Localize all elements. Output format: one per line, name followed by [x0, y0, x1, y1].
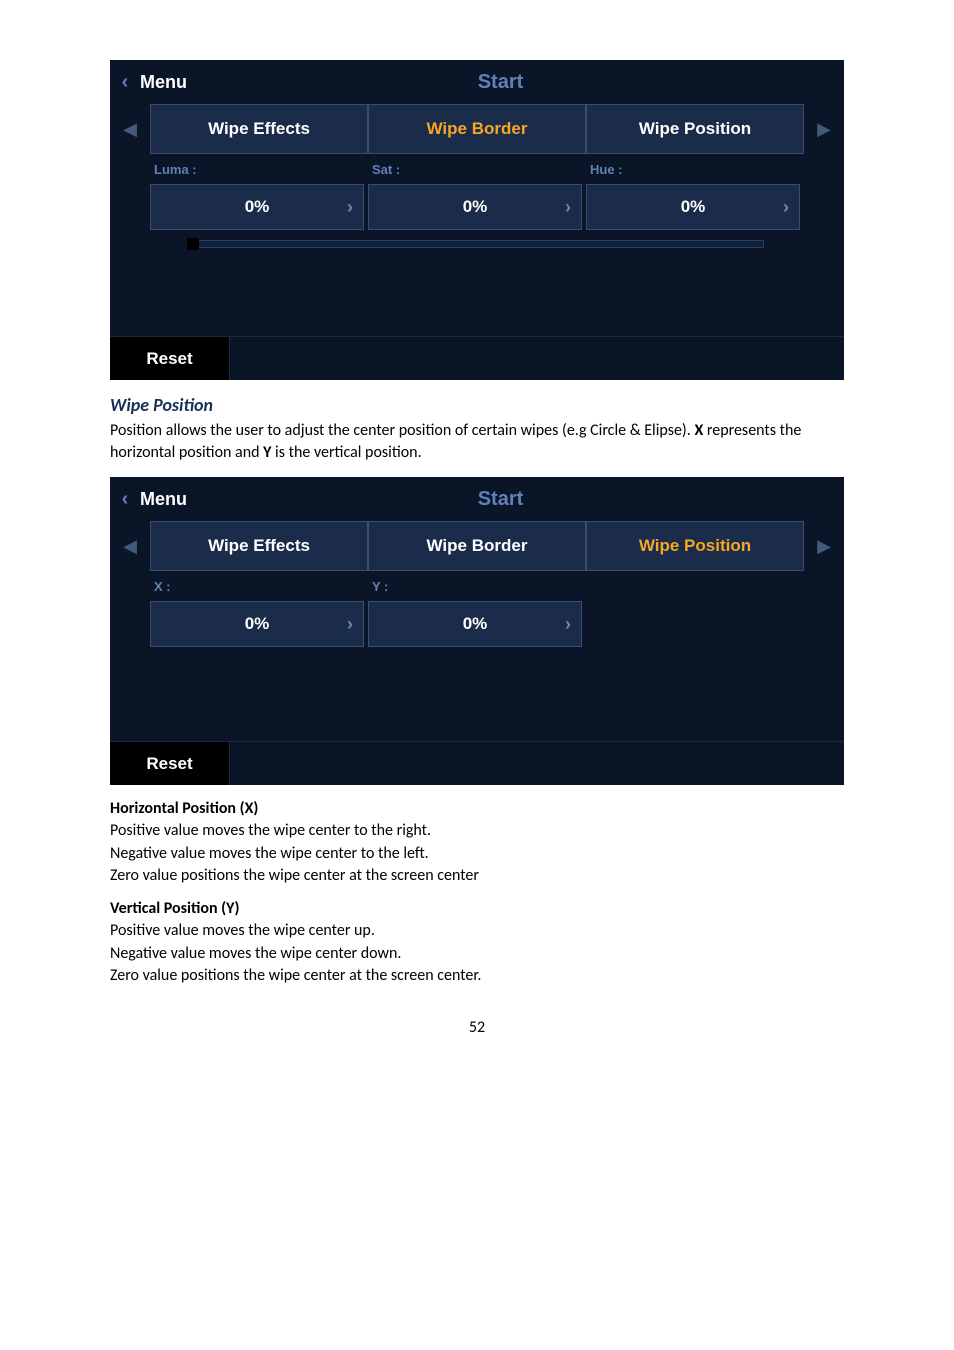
panel-spacer — [110, 661, 844, 741]
text: is the vertical position. — [271, 443, 421, 462]
panel-header: ‹ Menu Start — [110, 477, 844, 521]
spacer — [110, 647, 844, 661]
tab-row: ◀ Wipe Effects Wipe Border Wipe Position… — [110, 521, 844, 571]
chevron-right-icon: › — [783, 197, 789, 218]
section-heading: Wipe Position — [110, 394, 844, 416]
wipe-border-panel: ‹ Menu Start ◀ Wipe Effects Wipe Border … — [110, 60, 844, 380]
chevron-right-icon: › — [565, 614, 571, 635]
chevron-right-icon: › — [565, 197, 571, 218]
screen-title: Start — [247, 71, 844, 94]
slider-thumb[interactable] — [187, 238, 199, 250]
vpos-heading: Vertical Position (Y) — [110, 899, 844, 918]
param-luma: Luma : 0% › — [150, 154, 368, 230]
menu-label[interactable]: Menu — [140, 72, 247, 93]
param-value-text: 0% — [681, 197, 706, 217]
tab-wipe-position[interactable]: Wipe Position — [586, 104, 804, 154]
hpos-line2: Negative value moves the wipe center to … — [110, 843, 844, 865]
param-label-y: Y : — [368, 571, 582, 601]
page-number: 52 — [110, 1018, 844, 1037]
param-y: Y : 0% › — [368, 571, 586, 647]
screen-title: Start — [247, 488, 844, 511]
menu-label[interactable]: Menu — [140, 489, 247, 510]
param-value-text: 0% — [245, 197, 270, 217]
param-row: X : 0% › Y : 0% › — [110, 571, 844, 647]
section-body: Position allows the user to adjust the c… — [110, 420, 844, 463]
param-label-luma: Luma : — [150, 154, 364, 184]
reset-button[interactable]: Reset — [110, 337, 230, 380]
wipe-position-panel: ‹ Menu Start ◀ Wipe Effects Wipe Border … — [110, 477, 844, 785]
tab-prev-icon[interactable]: ◀ — [110, 521, 150, 571]
tab-wipe-effects[interactable]: Wipe Effects — [150, 104, 368, 154]
param-empty — [586, 571, 804, 647]
param-x: X : 0% › — [150, 571, 368, 647]
panel-spacer — [110, 256, 844, 336]
tab-wipe-effects[interactable]: Wipe Effects — [150, 521, 368, 571]
param-value-text: 0% — [463, 614, 488, 634]
hpos-line3: Zero value positions the wipe center at … — [110, 865, 844, 887]
tab-wipe-position[interactable]: Wipe Position — [586, 521, 804, 571]
param-row: Luma : 0% › Sat : 0% › Hue : 0% › — [110, 154, 844, 230]
param-value-sat[interactable]: 0% › — [368, 184, 582, 230]
text: Position allows the user to adjust the c… — [110, 421, 694, 440]
hpos-heading: Horizontal Position (X) — [110, 799, 844, 818]
vpos-line2: Negative value moves the wipe center dow… — [110, 943, 844, 965]
param-value-empty — [586, 601, 800, 647]
back-chevron-icon[interactable]: ‹ — [110, 488, 140, 511]
tab-next-icon[interactable]: ▶ — [804, 521, 844, 571]
tab-next-icon[interactable]: ▶ — [804, 104, 844, 154]
tab-wipe-border[interactable]: Wipe Border — [368, 521, 586, 571]
vpos-line1: Positive value moves the wipe center up. — [110, 920, 844, 942]
vpos-line3: Zero value positions the wipe center at … — [110, 965, 844, 987]
param-value-text: 0% — [245, 614, 270, 634]
param-value-text: 0% — [463, 197, 488, 217]
param-label-sat: Sat : — [368, 154, 582, 184]
param-hue: Hue : 0% › — [586, 154, 804, 230]
param-value-luma[interactable]: 0% › — [150, 184, 364, 230]
back-chevron-icon[interactable]: ‹ — [110, 71, 140, 94]
slider-track[interactable] — [190, 240, 764, 248]
param-sat: Sat : 0% › — [368, 154, 586, 230]
tab-wipe-border[interactable]: Wipe Border — [368, 104, 586, 154]
tab-row: ◀ Wipe Effects Wipe Border Wipe Position… — [110, 104, 844, 154]
param-value-y[interactable]: 0% › — [368, 601, 582, 647]
tab-prev-icon[interactable]: ◀ — [110, 104, 150, 154]
chevron-right-icon: › — [347, 614, 353, 635]
param-value-hue[interactable]: 0% › — [586, 184, 800, 230]
param-label-hue: Hue : — [586, 154, 800, 184]
reset-button[interactable]: Reset — [110, 742, 230, 785]
bottom-row: Reset — [110, 336, 844, 380]
bottom-row: Reset — [110, 741, 844, 785]
panel-header: ‹ Menu Start — [110, 60, 844, 104]
bold-x: X — [694, 421, 703, 440]
hpos-line1: Positive value moves the wipe center to … — [110, 820, 844, 842]
param-value-x[interactable]: 0% › — [150, 601, 364, 647]
param-label-x: X : — [150, 571, 364, 601]
chevron-right-icon: › — [347, 197, 353, 218]
param-label-empty — [586, 571, 800, 601]
